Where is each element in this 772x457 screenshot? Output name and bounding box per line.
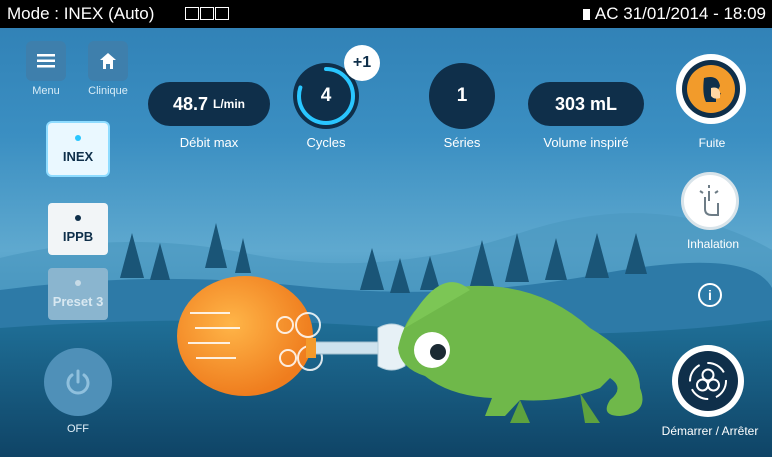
status-bar: Mode : INEX (Auto) AC 31/01/2014 - 18:09 <box>0 0 772 28</box>
link-indicator-icon <box>185 7 229 20</box>
fan-icon <box>689 362 727 400</box>
flow-value: 48.7 <box>172 93 209 114</box>
mode-ippb-label: IPPB <box>62 228 94 244</box>
plug-icon <box>582 9 590 20</box>
cycles-label: Cycles <box>306 135 346 150</box>
mode-ippb-button[interactable]: IPPB <box>48 203 108 255</box>
volume-label: Volume inspiré <box>543 135 629 150</box>
home-label: Clinique <box>88 85 128 97</box>
start-stop-button[interactable] <box>672 345 744 417</box>
mode-inex-button[interactable]: INEX <box>48 123 108 175</box>
volume-display: 303 mL <box>528 82 644 126</box>
mode-indicator: Mode : INEX (Auto) <box>7 4 155 23</box>
power-button[interactable] <box>44 348 112 416</box>
power-icon <box>66 369 90 395</box>
start-stop-label: Démarrer / Arrêter <box>661 424 759 438</box>
inhalation-button[interactable] <box>681 172 739 230</box>
home-icon <box>100 53 116 69</box>
mode-preset3-label: Preset 3 <box>52 293 104 309</box>
status-right: AC 31/01/2014 - 18:09 <box>582 0 766 28</box>
menu-button[interactable] <box>26 41 66 81</box>
inhalation-label: Inhalation <box>686 237 740 251</box>
power-label: OFF <box>67 423 89 435</box>
cycles-increment-badge: +1 <box>344 45 380 81</box>
mode-ippb-indicator <box>75 214 81 221</box>
mode-inex-indicator <box>75 134 81 141</box>
hamburger-icon <box>37 54 55 68</box>
app-screen: Mode : INEX (Auto) AC 31/01/2014 - 18:09 <box>0 0 772 457</box>
face-mask-glyph <box>703 77 721 102</box>
leak-label: Fuite <box>698 136 726 150</box>
cycles-value: 4 <box>320 85 332 106</box>
menu-label: Menu <box>32 85 60 97</box>
volume-value: 303 mL <box>554 93 618 114</box>
mode-preset3-button[interactable]: Preset 3 <box>48 268 108 320</box>
hand-press-icon <box>699 185 719 216</box>
series-value: 1 <box>456 85 468 106</box>
balloon-illustration <box>177 276 313 396</box>
power-source: AC <box>594 4 619 23</box>
mode-preset3-indicator <box>75 279 81 286</box>
series-label: Séries <box>443 135 481 150</box>
flow-label: Débit max <box>179 135 239 150</box>
leak-button[interactable] <box>676 54 746 124</box>
leak-ring <box>682 60 740 118</box>
flow-display: 48.7 L/min <box>148 82 270 126</box>
series-display: 1 <box>429 63 495 129</box>
flow-unit: L/min <box>213 97 246 111</box>
datetime: 31/01/2014 - 18:09 <box>623 4 766 23</box>
info-icon[interactable]: i <box>698 283 722 307</box>
face-mask-icon <box>687 65 735 113</box>
home-button[interactable] <box>88 41 128 81</box>
mode-inex-label: INEX <box>62 148 94 164</box>
start-stop-ring <box>678 351 738 411</box>
